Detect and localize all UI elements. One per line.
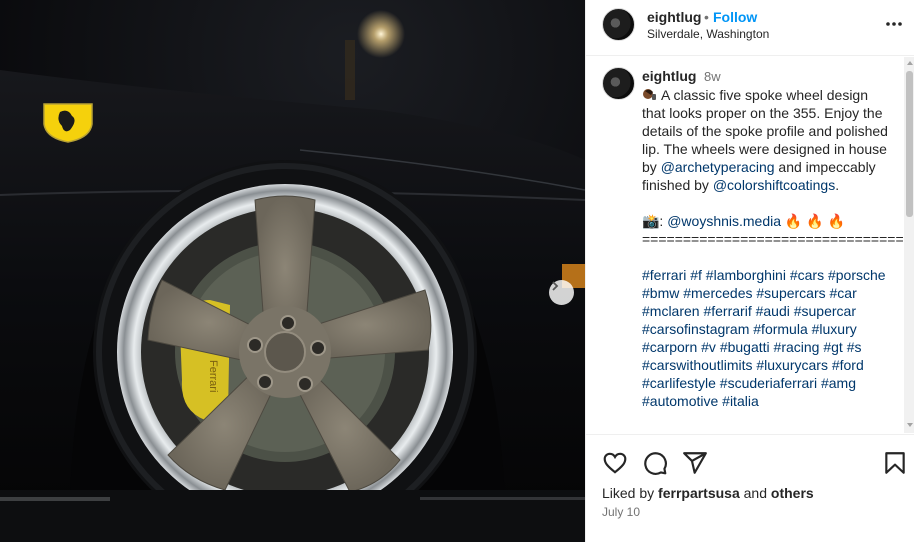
- scroll-down-arrow[interactable]: [907, 423, 913, 427]
- hashtags-text[interactable]: #ferrari #f #lamborghini #cars #porsche …: [642, 267, 889, 409]
- credit-suffix: 🔥 🔥 🔥: [781, 213, 845, 229]
- mention-link[interactable]: @archetyperacing: [661, 159, 775, 175]
- svg-text:Ferrari: Ferrari: [207, 360, 219, 392]
- post-photo: Ferrari: [0, 0, 585, 542]
- mention-link[interactable]: @woyshnis.media: [667, 213, 781, 229]
- likes-others-link[interactable]: others: [771, 485, 814, 501]
- location-link[interactable]: Silverdale, Washington: [647, 27, 769, 41]
- separator-dot: •: [704, 9, 709, 25]
- scroll-thumb[interactable]: [906, 71, 913, 217]
- scrollbar[interactable]: [904, 57, 914, 433]
- caption-end: .: [835, 177, 840, 193]
- wheel-photo-illustration: Ferrari: [0, 0, 585, 542]
- likes-middle: and: [739, 485, 771, 501]
- more-options-icon[interactable]: [884, 14, 904, 34]
- avatar[interactable]: [602, 8, 635, 41]
- likes-summary: Liked by ferrpartsusa and others: [602, 485, 814, 501]
- credit-prefix: 📸:: [642, 213, 668, 229]
- caption-divider: =================================: [642, 231, 912, 247]
- post-actions: Liked by ferrpartsusa and others July 10: [586, 434, 914, 542]
- post-sidebar: eightlug • Follow Silverdale, Washington…: [585, 0, 914, 542]
- heart-icon[interactable]: [602, 450, 628, 476]
- avatar[interactable]: [602, 67, 635, 100]
- post-date: July 10: [602, 505, 641, 519]
- caption-username-link[interactable]: eightlug: [642, 68, 696, 84]
- chevron-right-icon: [552, 281, 559, 291]
- post-header: eightlug • Follow Silverdale, Washington: [586, 0, 914, 56]
- mention-link[interactable]: @colorshiftcoatings: [713, 177, 835, 193]
- follow-button[interactable]: Follow: [713, 9, 757, 25]
- scroll-up-arrow[interactable]: [907, 61, 913, 65]
- caption-area: eightlug 8w A classic five spoke wheel d…: [586, 57, 914, 433]
- caption-text: A classic five spoke wheel design that l…: [642, 86, 912, 410]
- next-photo-button[interactable]: [549, 280, 574, 305]
- bookmark-icon[interactable]: [882, 450, 908, 476]
- likes-prefix: Liked by: [602, 485, 659, 501]
- username-link[interactable]: eightlug: [647, 9, 701, 25]
- comment-icon[interactable]: [642, 450, 668, 476]
- send-icon[interactable]: [682, 450, 708, 476]
- driver-emoji-icon: [643, 89, 656, 100]
- caption-time: 8w: [704, 69, 721, 84]
- liked-by-user-link[interactable]: ferrpartsusa: [658, 485, 740, 501]
